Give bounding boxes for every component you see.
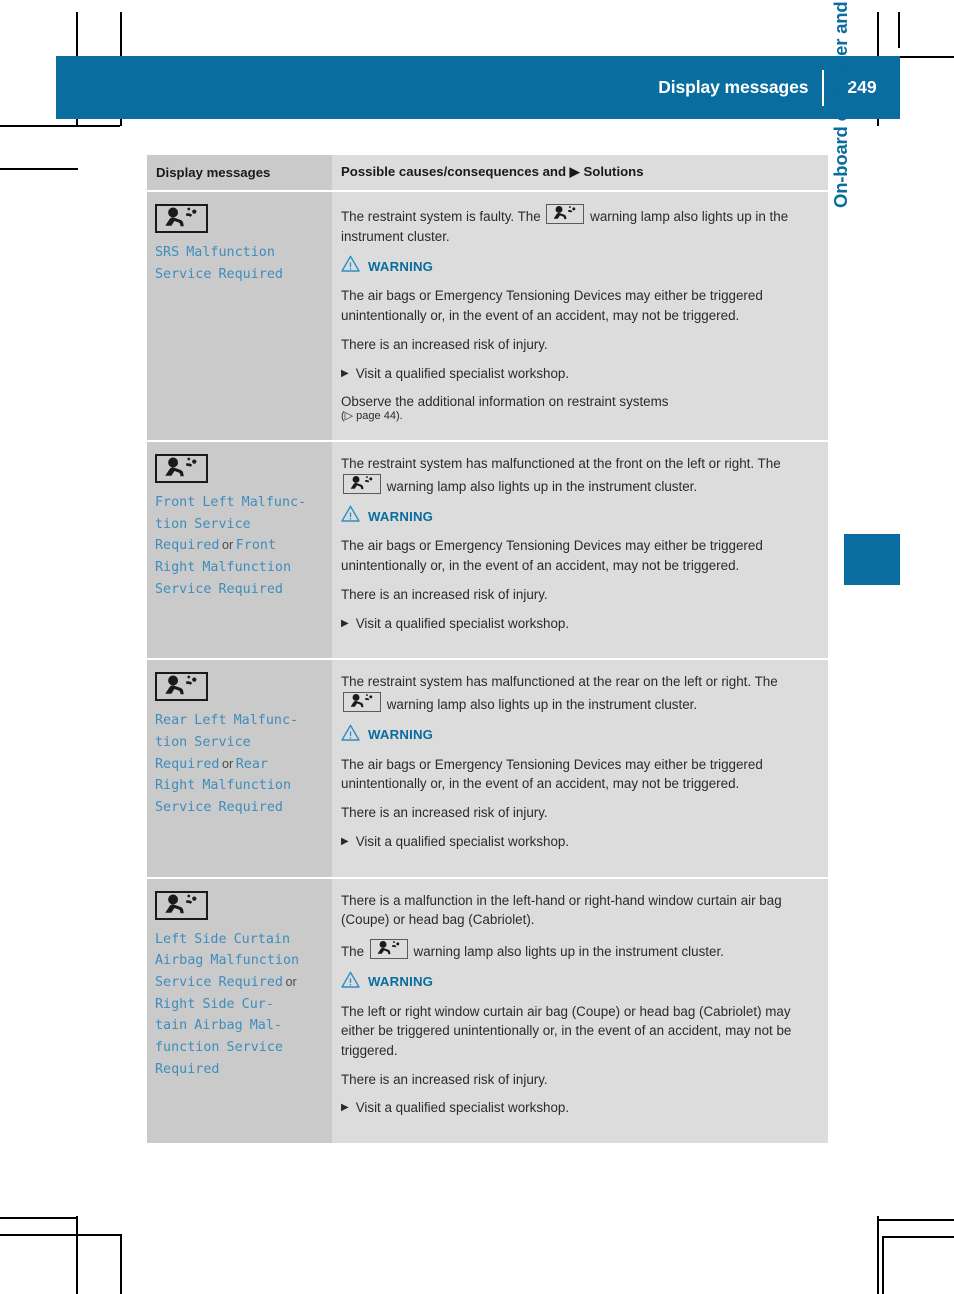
table-header-row: Display messages Possible causes/consequ… (147, 155, 828, 192)
column-header-causes-solutions: Possible causes/consequences and ▶ Solut… (332, 155, 828, 192)
display-message-cell: Rear Left Malfunc- tion Service Required… (147, 659, 332, 879)
crop-mark-bottom-left-h2 (0, 1234, 122, 1236)
airbag-warning-lamp-icon (343, 473, 381, 494)
crop-mark-top-left-h1 (0, 125, 120, 127)
warning-label: WARNING (368, 974, 434, 990)
crop-mark-top-right-outer (898, 12, 900, 48)
cause-text: The restraint system has malfunctioned a… (341, 674, 778, 690)
causes-solutions-cell: There is a malfunction in the left-hand … (332, 877, 828, 1144)
cause-paragraph: There is a malfunction in the left-hand … (341, 892, 782, 928)
cause-text: The restraint system has malfunctioned a… (341, 456, 781, 472)
warning-paragraph: There is an increased risk of injury. (341, 586, 548, 602)
side-tab-marker (844, 534, 900, 585)
warning-label: WARNING (368, 727, 434, 743)
warning-label: WARNING (368, 508, 434, 524)
solution-step: ▶ Visit a qualified specialist workshop. (341, 832, 816, 852)
crop-mark-bottom-left-inner (76, 1216, 78, 1294)
cause-text: The (341, 943, 368, 959)
cause-paragraph: The warning lamp also lights up in the i… (341, 938, 816, 962)
airbag-warning-lamp-icon (343, 692, 381, 712)
solution-arrow-icon: ▶ (341, 1102, 349, 1114)
airbag-restraint-icon (155, 672, 208, 702)
warning-paragraph: The air bags or Emergency Tensioning Dev… (341, 756, 763, 792)
display-message-text: Front Left Malfunc- tion Service Require… (155, 492, 324, 601)
crop-mark-top-left-h2 (0, 168, 78, 170)
warning-paragraph: The left or right window curtain air bag… (341, 1003, 792, 1059)
solution-step: ▶ Visit a qualified specialist workshop. (341, 614, 816, 634)
solution-arrow-icon: ▶ (341, 835, 349, 847)
crop-mark-bottom-right-h2 (882, 1236, 954, 1238)
airbag-warning-lamp-icon (369, 938, 408, 959)
solution-text: Visit a qualified specialist workshop. (355, 365, 570, 381)
warning-paragraph: There is an increased risk of injury. (341, 805, 548, 821)
page-header-inner: Display messages 249 (658, 56, 900, 119)
causes-solutions-cell: The restraint system has malfunctioned a… (332, 441, 828, 661)
crop-mark-bottom-right-h1 (877, 1219, 954, 1221)
table-row: SRS Malfunction Service Required The rest… (147, 191, 828, 443)
cause-paragraph: The restraint system is faulty. The warn… (341, 204, 816, 246)
cause-paragraph: The restraint system has malfunctioned a… (341, 454, 816, 496)
display-message-text: SRS Malfunction Service Required (155, 242, 324, 285)
message-separator: or (219, 756, 236, 771)
table-row: Rear Left Malfunc- tion Service Required… (147, 659, 828, 879)
cause-text: warning lamp also lights up in the instr… (383, 478, 698, 494)
warning-triangle-icon (341, 971, 360, 993)
table-row: Front Left Malfunc- tion Service Require… (147, 441, 828, 661)
display-messages-table: Display messages Possible causes/consequ… (147, 155, 828, 1144)
message-code: SRS Malfunction Service Required (155, 245, 283, 282)
solution-text: Visit a qualified specialist workshop. (355, 833, 570, 849)
warning-triangle-icon (341, 255, 360, 277)
crop-mark-bottom-left-h1 (0, 1217, 78, 1219)
warning-header: WARNING (341, 505, 816, 527)
cause-text: warning lamp also lights up in the instr… (409, 943, 724, 959)
display-message-cell: Front Left Malfunc- tion Service Require… (147, 441, 332, 661)
display-message-cell: SRS Malfunction Service Required (147, 191, 332, 443)
solution-arrow-icon: ▶ (341, 367, 349, 379)
warning-paragraph: The air bags or Emergency Tensioning Dev… (341, 288, 763, 324)
warning-triangle-icon (341, 724, 360, 746)
table-row: Left Side Curtain Airbag Malfunction Ser… (147, 877, 828, 1144)
warning-paragraph: The air bags or Emergency Tensioning Dev… (341, 538, 763, 574)
airbag-warning-lamp-icon (546, 204, 585, 224)
message-code: Right Side Cur- tain Airbag Mal- functio… (155, 996, 283, 1077)
crop-mark-bottom-right-outer (882, 1236, 884, 1294)
warning-triangle-icon (341, 505, 360, 527)
warning-paragraph: There is an increased risk of injury. (341, 336, 548, 352)
crop-mark-bottom-right-inner (877, 1216, 879, 1294)
cause-paragraph: The restraint system has malfunctioned a… (341, 672, 816, 714)
display-message-cell: Left Side Curtain Airbag Malfunction Ser… (147, 877, 332, 1144)
solution-step: ▶ Visit a qualified specialist workshop. (341, 1098, 816, 1118)
warning-label: WARNING (368, 258, 434, 274)
causes-solutions-cell: The restraint system has malfunctioned a… (332, 659, 828, 879)
warning-header: WARNING (341, 971, 816, 993)
crop-mark-bottom-left-outer (120, 1234, 122, 1294)
message-separator: or (219, 538, 236, 553)
solution-step: ▶ Visit a qualified specialist workshop. (341, 364, 816, 384)
airbag-restraint-icon (155, 454, 208, 484)
cause-text: The restraint system is faulty. The (341, 209, 545, 224)
display-message-text: Left Side Curtain Airbag Malfunction Ser… (155, 929, 324, 1081)
page-header-bar: Display messages 249 (56, 56, 900, 119)
warning-header: WARNING (341, 724, 816, 746)
table-body: SRS Malfunction Service Required The rest… (147, 191, 828, 1144)
cause-text: warning lamp also lights up in the instr… (383, 697, 698, 712)
message-separator: or (283, 974, 300, 989)
warning-paragraph: There is an increased risk of injury. (341, 1071, 548, 1087)
page-title: Display messages (658, 77, 809, 97)
airbag-restraint-icon (155, 890, 208, 920)
airbag-restraint-icon (155, 204, 208, 233)
solution-text: Visit a qualified specialist workshop. (355, 1100, 570, 1116)
solution-text: Visit a qualified specialist workshop. (355, 615, 570, 631)
solution-arrow-icon: ▶ (341, 617, 349, 629)
warning-header: WARNING (341, 255, 816, 277)
column-header-display-messages: Display messages (147, 155, 332, 192)
causes-solutions-cell: The restraint system is faulty. The warn… (332, 191, 828, 443)
display-message-text: Rear Left Malfunc- tion Service Required… (155, 710, 324, 819)
message-code: Left Side Curtain Airbag Malfunction Ser… (155, 931, 300, 990)
